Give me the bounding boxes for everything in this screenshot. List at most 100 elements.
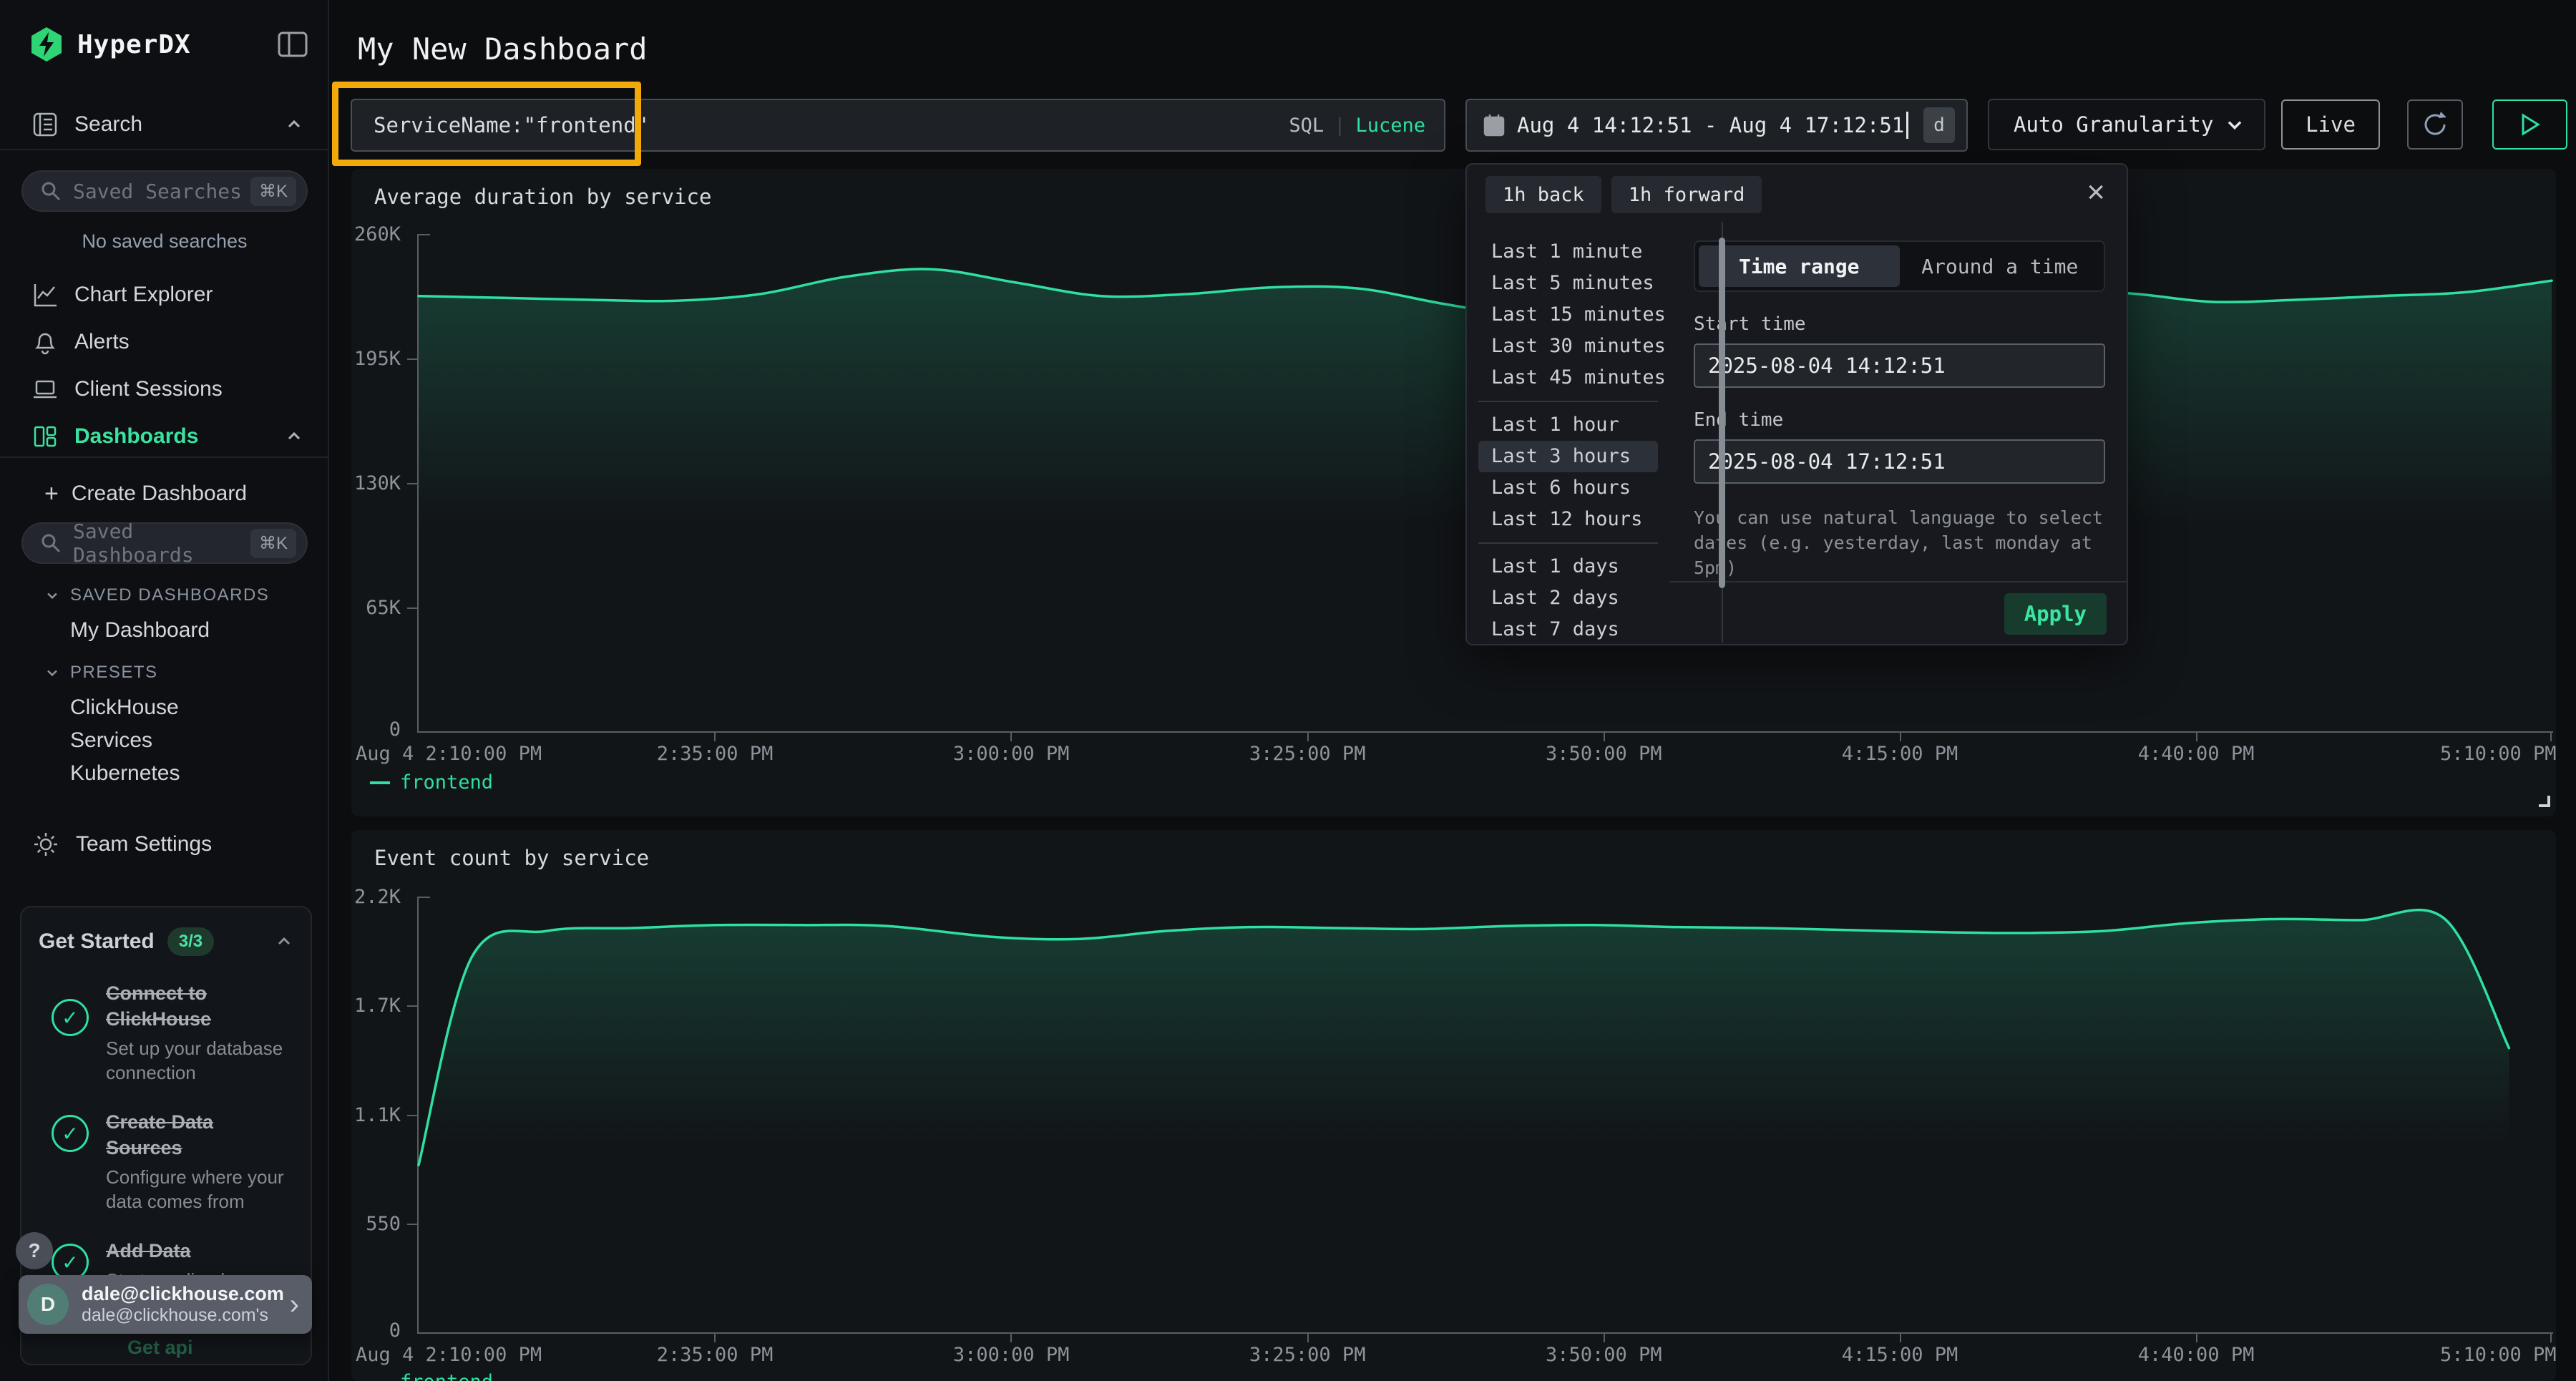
divider <box>1478 401 1658 402</box>
sidebar-item-services[interactable]: Services <box>70 728 152 753</box>
tab-around-a-time[interactable]: Around a time <box>1900 245 2101 287</box>
sidebar-item-kubernetes[interactable]: Kubernetes <box>70 761 180 786</box>
range-option[interactable]: Last 2 days <box>1478 582 1658 614</box>
chart-legend[interactable]: frontend <box>370 1371 493 1381</box>
legend-series-name: frontend <box>400 1371 493 1381</box>
sidebar-item-alerts[interactable]: Alerts <box>0 322 329 362</box>
bell-icon <box>31 328 59 356</box>
sidebar-item-team-settings[interactable]: Team Settings <box>0 824 329 864</box>
x-tick-label: 3:00:00 PM <box>953 743 1070 765</box>
section-label: PRESETS <box>70 663 158 683</box>
user-menu[interactable]: D dale@clickhouse.com dale@clickhouse.co… <box>19 1275 312 1334</box>
search-icon <box>40 180 62 202</box>
get-started-item-title: Connect to ClickHouse <box>106 980 293 1032</box>
range-option[interactable]: Last 45 minutes <box>1478 362 1658 394</box>
y-tick <box>407 1005 417 1007</box>
sidebar-item-dashboards[interactable]: Dashboards <box>0 416 329 457</box>
laptop-icon <box>31 376 59 403</box>
refresh-button[interactable] <box>2407 99 2463 150</box>
live-button[interactable]: Live <box>2281 99 2380 150</box>
sidebar-item-label: Client Sessions <box>74 377 223 401</box>
y-tick <box>407 607 417 609</box>
collapse-sidebar-icon[interactable] <box>278 31 308 57</box>
search-icon <box>40 532 62 554</box>
chart-explorer-icon <box>31 281 59 308</box>
divider <box>1478 542 1658 544</box>
presets-section[interactable]: PRESETS <box>44 663 158 683</box>
plus-icon: + <box>44 480 59 508</box>
get-started-title: Get Started <box>39 929 155 954</box>
granularity-select[interactable]: Auto Granularity <box>1988 99 2265 150</box>
x-tick <box>1010 1334 1012 1342</box>
sql-toggle[interactable]: SQL <box>1289 114 1324 137</box>
get-started-header[interactable]: Get Started 3/3 <box>39 927 293 956</box>
sidebar-item-chart-explorer[interactable]: Chart Explorer <box>0 275 329 315</box>
chart-title: Average duration by service <box>374 185 711 209</box>
range-option[interactable]: Last 7 days <box>1478 614 1658 644</box>
start-time-input[interactable]: 2025-08-04 14:12:51 <box>1694 343 2105 388</box>
x-tick <box>714 1334 716 1342</box>
lucene-toggle[interactable]: Lucene <box>1355 114 1425 137</box>
chevron-right-icon: › <box>290 1290 299 1319</box>
range-option[interactable]: Last 5 minutes <box>1478 268 1658 299</box>
sidebar-item-label: Team Settings <box>76 832 212 857</box>
range-option-selected[interactable]: Last 3 hours <box>1478 441 1658 472</box>
chart-title: Event count by service <box>374 846 649 870</box>
sidebar-item-search[interactable]: Search <box>0 104 329 145</box>
close-icon[interactable]: × <box>2087 175 2105 210</box>
run-query-button[interactable] <box>2492 99 2567 150</box>
kbd-shortcut: ⌘K <box>250 529 296 558</box>
range-option[interactable]: Last 15 minutes <box>1478 299 1658 331</box>
create-dashboard-label: Create Dashboard <box>72 482 247 506</box>
end-time-label: End time <box>1694 409 2105 431</box>
get-started-badge: 3/3 <box>167 927 214 956</box>
saved-searches-input[interactable]: Saved Searches ⌘K <box>21 170 308 212</box>
check-circle-icon: ✓ <box>52 1115 89 1152</box>
get-started-item[interactable]: ✓ Connect to ClickHouse Set up your data… <box>39 980 293 1085</box>
x-tick-label: 3:50:00 PM <box>1546 1344 1662 1366</box>
range-option[interactable]: Last 30 minutes <box>1478 331 1658 362</box>
x-tick <box>1307 733 1309 741</box>
x-tick-label: 4:40:00 PM <box>2138 1344 2255 1366</box>
chevron-up-icon <box>285 427 303 446</box>
x-tick <box>714 733 716 741</box>
dashboards-icon <box>31 423 59 450</box>
create-dashboard-button[interactable]: + Create Dashboard <box>0 474 329 514</box>
x-tick <box>1900 733 1901 741</box>
x-tick-label: 3:25:00 PM <box>1249 1344 1366 1366</box>
apply-button[interactable]: Apply <box>2004 593 2107 635</box>
y-tick-label: 260K <box>301 223 401 245</box>
y-tick-label: 1.7K <box>301 995 401 1017</box>
sidebar-item-clickhouse[interactable]: ClickHouse <box>70 696 179 720</box>
saved-dashboards-input[interactable]: Saved Dashboards ⌘K <box>21 522 308 564</box>
end-time-input[interactable]: 2025-08-04 17:12:51 <box>1694 439 2105 484</box>
get-started-partial-link[interactable]: Get api <box>127 1337 193 1359</box>
sidebar-item-my-dashboard[interactable]: My Dashboard <box>70 618 210 643</box>
range-option[interactable]: Last 1 days <box>1478 551 1658 582</box>
get-started-item-desc: Set up your database connection <box>106 1036 293 1085</box>
saved-dashboards-section[interactable]: SAVED DASHBOARDS <box>44 585 269 605</box>
panel-resize-handle[interactable] <box>2539 796 2550 807</box>
range-option[interactable]: Last 6 hours <box>1478 472 1658 504</box>
range-option[interactable]: Last 1 minute <box>1478 236 1658 268</box>
refresh-icon <box>2419 109 2451 140</box>
chevron-down-icon <box>44 587 60 603</box>
range-option[interactable]: Last 12 hours <box>1478 504 1658 535</box>
text-caret <box>1906 112 1908 139</box>
shift-forward-button[interactable]: 1h forward <box>1611 176 1762 213</box>
annotation-highlight-box <box>332 82 641 166</box>
chart-legend[interactable]: frontend <box>370 771 493 794</box>
help-button[interactable]: ? <box>16 1232 53 1269</box>
range-option[interactable]: Last 1 hour <box>1478 409 1658 441</box>
get-started-item[interactable]: ✓ Create Data Sources Configure where yo… <box>39 1109 293 1214</box>
y-tick-label: 130K <box>301 472 401 494</box>
time-range-input[interactable]: Aug 4 14:12:51 - Aug 4 17:12:51 d <box>1465 99 1968 152</box>
relative-range-list: Last 1 minute Last 5 minutes Last 15 min… <box>1467 222 1669 644</box>
sidebar-item-client-sessions[interactable]: Client Sessions <box>0 369 329 409</box>
popup-scrollbar-thumb[interactable] <box>1719 238 1725 588</box>
tab-time-range[interactable]: Time range <box>1699 245 1900 287</box>
x-tick <box>2196 733 2197 741</box>
shift-back-button[interactable]: 1h back <box>1485 176 1601 213</box>
logo-row: HyperDX <box>29 24 308 64</box>
y-tick-label: 0 <box>301 1319 401 1342</box>
